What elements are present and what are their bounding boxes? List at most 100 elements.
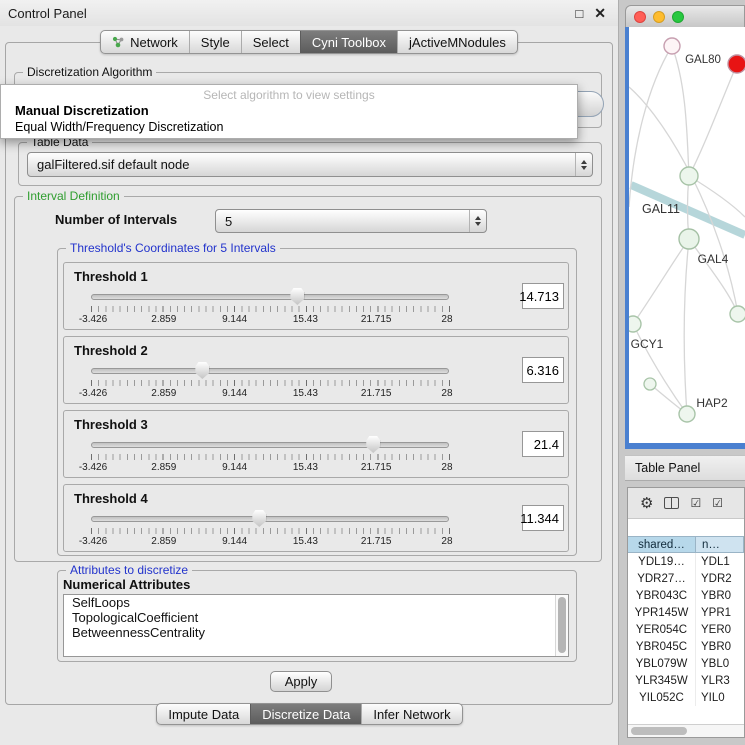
scale-tick-label: 21.715 — [356, 536, 396, 547]
table-cell[interactable]: YPR1 — [696, 604, 744, 621]
tab-style[interactable]: Style — [189, 31, 241, 53]
threshold-value-field[interactable]: 11.344 — [522, 505, 564, 531]
select-all-check-icon[interactable]: ☑ — [690, 497, 701, 509]
table-row[interactable]: YBR045C YBR0 — [628, 638, 744, 655]
table-row[interactable]: YPR145W YPR1 — [628, 604, 744, 621]
float-window-icon[interactable]: □ — [575, 7, 583, 20]
table-cell[interactable]: YER054C — [628, 621, 696, 638]
tab-network[interactable]: Network — [101, 31, 189, 53]
apply-button[interactable]: Apply — [270, 671, 332, 692]
dropdown-option-manual-discretization[interactable]: Manual Discretization — [1, 103, 577, 119]
list-scrollbar[interactable] — [555, 595, 568, 656]
network-node[interactable] — [680, 167, 698, 185]
network-node[interactable] — [664, 38, 680, 54]
table-cell[interactable]: YDR27… — [628, 570, 696, 587]
network-view-window: GAL80 GAL11 GAL4 GCY1 HAP2 — [625, 5, 745, 449]
tab-discretize-data[interactable]: Discretize Data — [250, 704, 361, 724]
scrollbar-thumb[interactable] — [631, 727, 687, 735]
tab-impute-data[interactable]: Impute Data — [157, 704, 250, 724]
table-cell[interactable]: YER0 — [696, 621, 744, 638]
table-row[interactable]: YDR27… YDR2 — [628, 570, 744, 587]
network-node[interactable] — [629, 316, 641, 332]
list-item[interactable]: SelfLoops — [64, 595, 568, 610]
threshold-slider[interactable] — [91, 516, 449, 522]
table-cell[interactable]: YDL19… — [628, 553, 696, 570]
node-label: GAL11 — [642, 202, 680, 216]
network-node-selected[interactable] — [728, 55, 745, 73]
slider-ticks — [91, 528, 450, 534]
slider-thumb[interactable] — [290, 288, 304, 305]
threshold-value-field[interactable]: 14.713 — [522, 283, 564, 309]
table-row[interactable]: YIL052C YIL0 — [628, 689, 744, 706]
table-rows: YDL19… YDL1 YDR27… YDR2 YBR043C YBR0 YPR… — [628, 553, 744, 706]
network-node[interactable] — [730, 306, 745, 322]
tab-jactivemnodules[interactable]: jActiveMNodules — [397, 31, 517, 53]
mac-zoom-button[interactable] — [672, 11, 684, 23]
slider-ticks — [91, 454, 450, 460]
slider-thumb[interactable] — [252, 510, 266, 527]
threshold-value-field[interactable]: 6.316 — [522, 357, 564, 383]
algorithm-combobox-edge[interactable] — [575, 91, 604, 117]
threshold-value-field[interactable]: 21.4 — [522, 431, 564, 457]
table-cell[interactable]: YBL0 — [696, 655, 744, 672]
mac-minimize-button[interactable] — [653, 11, 665, 23]
list-item[interactable]: TopologicalCoefficient — [64, 610, 568, 625]
scale-tick-label: 15.43 — [285, 536, 325, 547]
table-horizontal-scrollbar[interactable] — [628, 724, 744, 737]
threshold-slider[interactable] — [91, 368, 449, 374]
table-cell[interactable]: YBR0 — [696, 638, 744, 655]
numerical-attributes-list[interactable]: SelfLoops TopologicalCoefficient Between… — [63, 594, 569, 657]
threshold-label: Threshold 4 — [74, 491, 148, 506]
number-of-intervals-combobox[interactable]: 5 — [215, 209, 487, 233]
slider-thumb[interactable] — [195, 362, 209, 379]
tab-cyni-toolbox[interactable]: Cyni Toolbox — [300, 31, 397, 53]
table-cell[interactable]: YLR345W — [628, 672, 696, 689]
table-row[interactable]: YBR043C YBR0 — [628, 587, 744, 604]
close-window-icon[interactable]: ✕ — [594, 6, 606, 20]
gear-icon[interactable]: ⚙ — [640, 496, 653, 511]
table-data-combobox[interactable]: galFiltered.sif default node — [27, 152, 593, 177]
table-cell[interactable]: YBR0 — [696, 587, 744, 604]
threshold-slider[interactable] — [91, 442, 449, 448]
dropdown-option-equal-width[interactable]: Equal Width/Frequency Discretization — [1, 119, 577, 135]
table-cell[interactable]: YBR043C — [628, 587, 696, 604]
control-panel-window: Control Panel □ ✕ Discretization Algorit… — [0, 0, 619, 745]
columns-icon[interactable] — [664, 497, 679, 509]
scale-tick-label: 15.43 — [285, 388, 325, 399]
table-cell[interactable]: YDR2 — [696, 570, 744, 587]
column-header-shared-name[interactable]: shared… — [628, 536, 696, 553]
network-node[interactable] — [679, 406, 695, 422]
table-row[interactable]: YBL079W YBL0 — [628, 655, 744, 672]
scrollbar-thumb[interactable] — [558, 597, 566, 653]
table-cell[interactable]: YLR3 — [696, 672, 744, 689]
slider-thumb[interactable] — [366, 436, 380, 453]
table-cell[interactable]: YIL052C — [628, 689, 696, 706]
threshold-slider[interactable] — [91, 294, 449, 300]
table-row[interactable]: YDL19… YDL1 — [628, 553, 744, 570]
tab-infer-network[interactable]: Infer Network — [361, 704, 461, 724]
threshold-panel: Threshold 2 -3.426 2.859 9.144 15.43 21.… — [63, 336, 569, 404]
select-none-check-icon[interactable]: ☑ — [712, 497, 723, 509]
combobox-stepper-icon[interactable] — [575, 153, 592, 176]
mac-close-button[interactable] — [634, 11, 646, 23]
table-cell[interactable]: YBL079W — [628, 655, 696, 672]
network-node[interactable] — [679, 229, 699, 249]
combobox-stepper-icon[interactable] — [469, 210, 486, 232]
table-cell[interactable]: YPR145W — [628, 604, 696, 621]
table-spacer — [628, 518, 744, 536]
tab-select[interactable]: Select — [241, 31, 300, 53]
table-cell[interactable]: YBR045C — [628, 638, 696, 655]
tab-label: Network — [130, 35, 178, 50]
table-cell[interactable]: YDL1 — [696, 553, 744, 570]
table-empty-area — [628, 706, 744, 726]
network-node[interactable] — [644, 378, 656, 390]
table-cell[interactable]: YIL0 — [696, 689, 744, 706]
network-canvas[interactable]: GAL80 GAL11 GAL4 GCY1 HAP2 — [629, 27, 745, 443]
table-row[interactable]: YER054C YER0 — [628, 621, 744, 638]
algorithm-dropdown-popup: Select algorithm to view settings Manual… — [0, 84, 578, 139]
table-panel-titlebar: Table Panel — [625, 455, 745, 481]
list-item[interactable]: BetweennessCentrality — [64, 625, 568, 640]
table-row[interactable]: YLR345W YLR3 — [628, 672, 744, 689]
column-header-name[interactable]: n… — [696, 536, 744, 553]
threshold-panel: Threshold 3 -3.426 2.859 9.144 15.43 21.… — [63, 410, 569, 478]
